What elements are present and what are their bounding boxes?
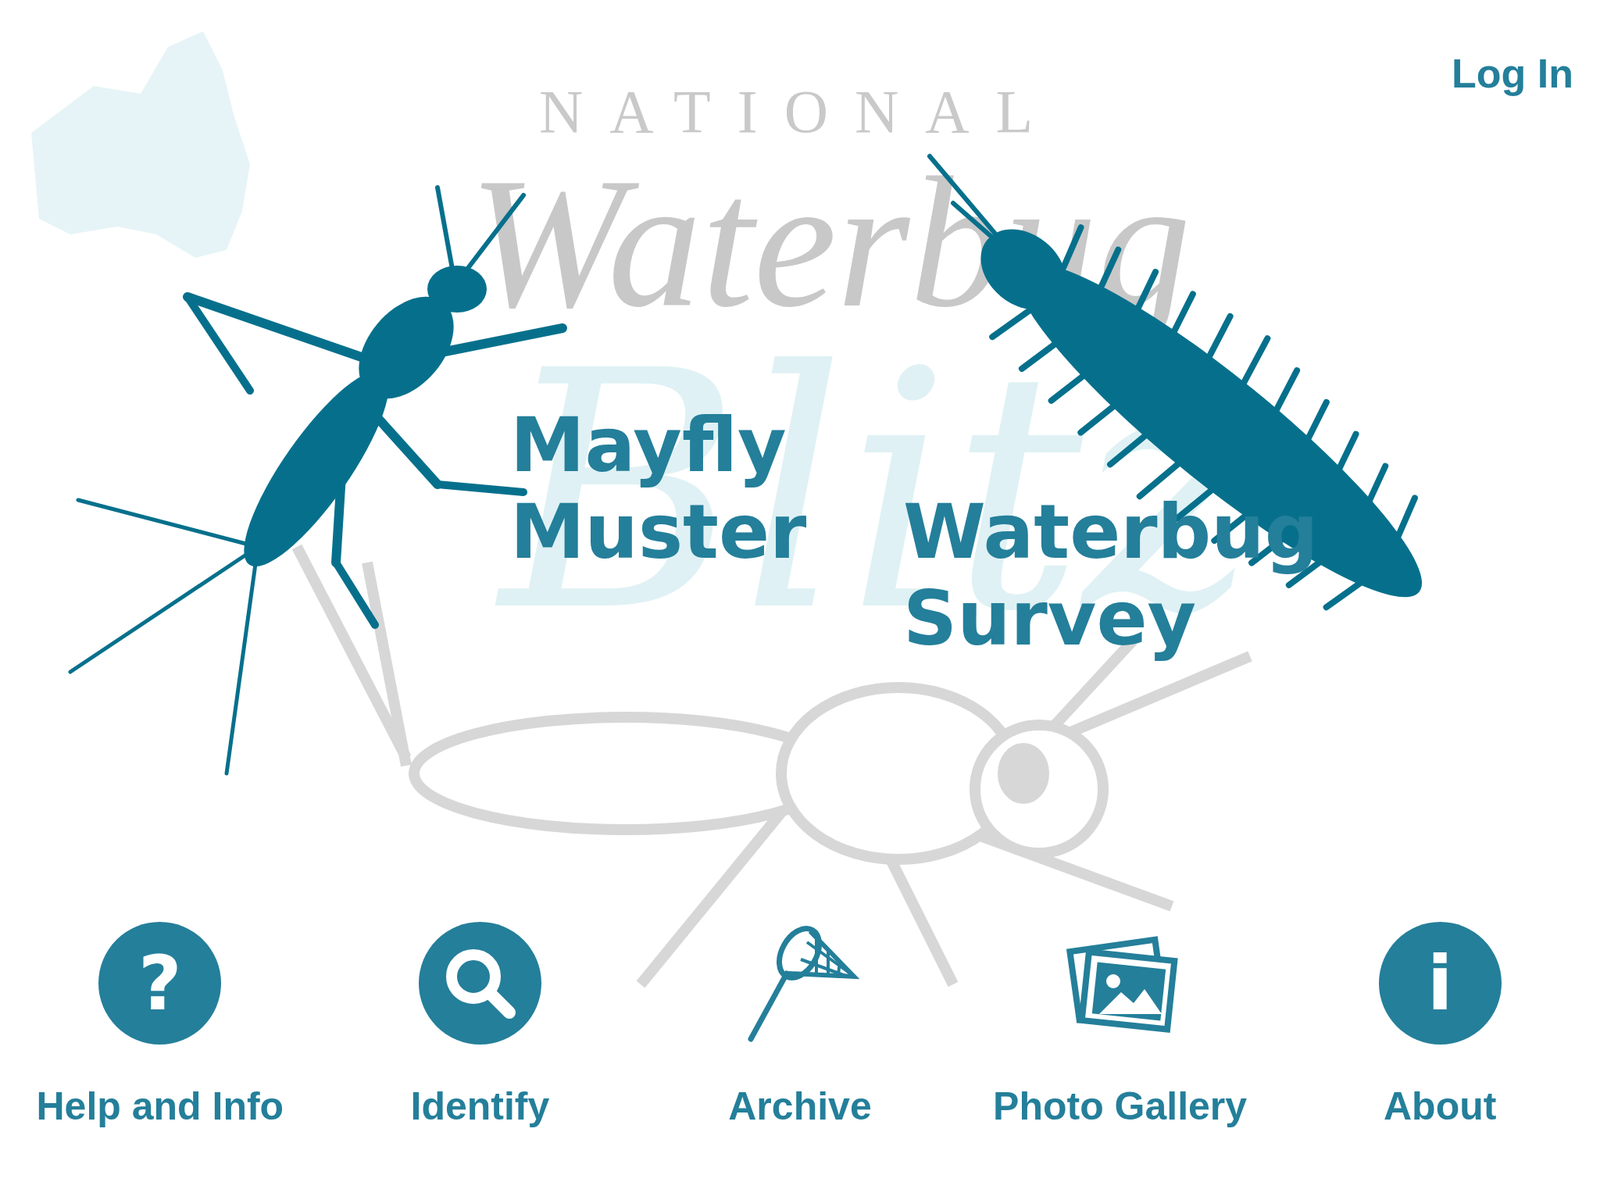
magnifier-icon xyxy=(418,921,542,1045)
program-label-line: Muster xyxy=(510,489,807,575)
nav-item[interactable]: Identify xyxy=(320,921,641,1129)
program-area: MayflyMusterWaterbugSurvey xyxy=(0,96,1600,922)
net-icon xyxy=(738,921,861,1045)
login-button[interactable]: Log In xyxy=(1448,51,1577,97)
program-label-line: Waterbug xyxy=(903,489,1318,575)
bottom-nav: ? Help and Info Identify Archive Photo Galle… xyxy=(0,921,1600,1200)
program-button[interactable]: MayflyMuster xyxy=(510,402,807,575)
logo-national: NATIONAL xyxy=(539,81,1060,143)
nav-item[interactable]: Photo Gallery xyxy=(960,921,1281,1129)
nav-item[interactable]: i About xyxy=(1279,921,1600,1129)
info-icon: i xyxy=(1378,921,1502,1045)
help-icon: ? xyxy=(98,921,222,1045)
home-screen: NATIONALWaterbugBlitzLog InMayflyMusterW… xyxy=(0,0,1600,1200)
photos-icon xyxy=(1058,921,1182,1045)
australia-map-icon xyxy=(31,31,250,258)
nav-label: Photo Gallery xyxy=(992,1085,1247,1129)
header: Log In xyxy=(0,0,1600,97)
nav-label: Identify xyxy=(410,1085,550,1129)
nav-label: Help and Info xyxy=(35,1085,284,1129)
nav-item[interactable]: Archive xyxy=(639,921,961,1129)
nav-label: About xyxy=(1383,1085,1497,1129)
nav-label: Archive xyxy=(728,1085,872,1129)
nav-item[interactable]: ? Help and Info xyxy=(0,921,321,1129)
logo-script: Waterbug xyxy=(468,148,1192,336)
program-button[interactable]: WaterbugSurvey xyxy=(903,489,1318,662)
program-label-line: Mayfly xyxy=(510,402,807,489)
mayfly-silhouette-icon xyxy=(70,187,563,774)
program-label-line: Survey xyxy=(903,575,1318,662)
